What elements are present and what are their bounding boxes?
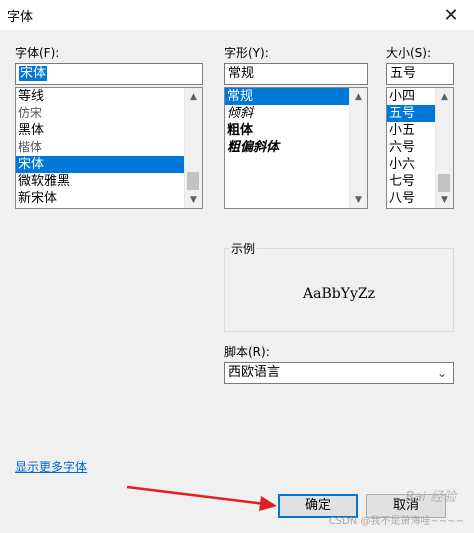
font-scrollbar[interactable]: ▲ ▼ — [184, 88, 202, 208]
list-item[interactable]: 宋体 — [16, 156, 185, 173]
list-item[interactable]: 倾斜 — [225, 105, 350, 122]
size-input-value: 五号 — [390, 66, 417, 81]
list-item[interactable]: 常规 — [225, 88, 350, 105]
scroll-down-icon[interactable]: ▼ — [185, 191, 202, 208]
size-list-items: 小四 五号 小五 六号 小六 七号 八号 — [387, 88, 436, 208]
scroll-down-icon[interactable]: ▼ — [350, 191, 367, 208]
list-item[interactable]: 小四 — [387, 88, 436, 105]
scroll-up-icon[interactable]: ▲ — [185, 88, 202, 105]
window-title: 字体 — [7, 10, 34, 25]
sample-label: 示例 — [229, 240, 258, 257]
watermark-credit: CSDN @我不是萧海哇~~~~ — [328, 516, 464, 527]
style-listbox[interactable]: 常规 倾斜 粗体 粗偏斜体 ▲ ▼ — [224, 87, 368, 209]
font-listbox[interactable]: 等线 仿宋 黑体 楷体 宋体 微软雅黑 新宋体 ▲ ▼ — [15, 87, 203, 209]
font-label: 字体(F): — [15, 46, 60, 60]
list-item[interactable]: 新宋体 — [16, 190, 185, 207]
list-item[interactable]: 黑体 — [16, 122, 185, 139]
font-list-items: 等线 仿宋 黑体 楷体 宋体 微软雅黑 新宋体 — [16, 88, 185, 208]
list-item[interactable]: 小六 — [387, 156, 436, 173]
close-icon: ✕ — [443, 4, 459, 26]
scroll-up-icon[interactable]: ▲ — [350, 88, 367, 105]
script-label: 脚本(R): — [224, 345, 270, 359]
list-item[interactable]: 八号 — [387, 190, 436, 207]
style-input[interactable]: 常规 — [224, 63, 368, 85]
scroll-down-icon[interactable]: ▼ — [436, 191, 453, 208]
style-scrollbar[interactable]: ▲ ▼ — [349, 88, 367, 208]
size-label: 大小(S): — [386, 46, 432, 60]
scroll-up-icon[interactable]: ▲ — [436, 88, 453, 105]
list-item[interactable]: 等线 — [16, 88, 185, 105]
scroll-thumb[interactable] — [438, 174, 450, 192]
close-button[interactable]: ✕ — [428, 0, 474, 30]
sample-group: AaBbYyZz — [224, 248, 454, 332]
list-item[interactable]: 楷体 — [16, 139, 185, 156]
list-item[interactable]: 五号 — [387, 105, 436, 122]
size-listbox[interactable]: 小四 五号 小五 六号 小六 七号 八号 ▲ ▼ — [386, 87, 454, 209]
script-select[interactable]: 西欧语言 ⌄ — [224, 362, 454, 384]
size-scrollbar[interactable]: ▲ ▼ — [435, 88, 453, 208]
style-label: 字形(Y): — [224, 46, 269, 60]
show-more-fonts-link[interactable]: 显示更多字体 — [15, 458, 87, 475]
list-item[interactable]: 小五 — [387, 122, 436, 139]
title-bar: 字体 ✕ — [0, 0, 474, 30]
list-item[interactable]: 仿宋 — [16, 105, 185, 122]
list-item[interactable]: 粗体 — [225, 122, 350, 139]
list-item[interactable]: 微软雅黑 — [16, 173, 185, 190]
watermark: Bai 经验 — [405, 490, 456, 505]
list-item[interactable]: 七号 — [387, 173, 436, 190]
font-input[interactable]: 宋体 — [15, 63, 203, 85]
script-select-value: 西欧语言 — [228, 365, 281, 380]
chevron-down-icon: ⌄ — [436, 366, 447, 380]
list-item[interactable]: 六号 — [387, 139, 436, 156]
size-input[interactable]: 五号 — [386, 63, 454, 85]
style-input-value: 常规 — [228, 66, 255, 81]
font-input-value: 宋体 — [19, 66, 48, 81]
list-item[interactable]: 粗偏斜体 — [225, 139, 350, 156]
scroll-thumb[interactable] — [187, 172, 199, 190]
sample-text: AaBbYyZz — [303, 286, 375, 302]
style-list-items: 常规 倾斜 粗体 粗偏斜体 — [225, 88, 350, 208]
